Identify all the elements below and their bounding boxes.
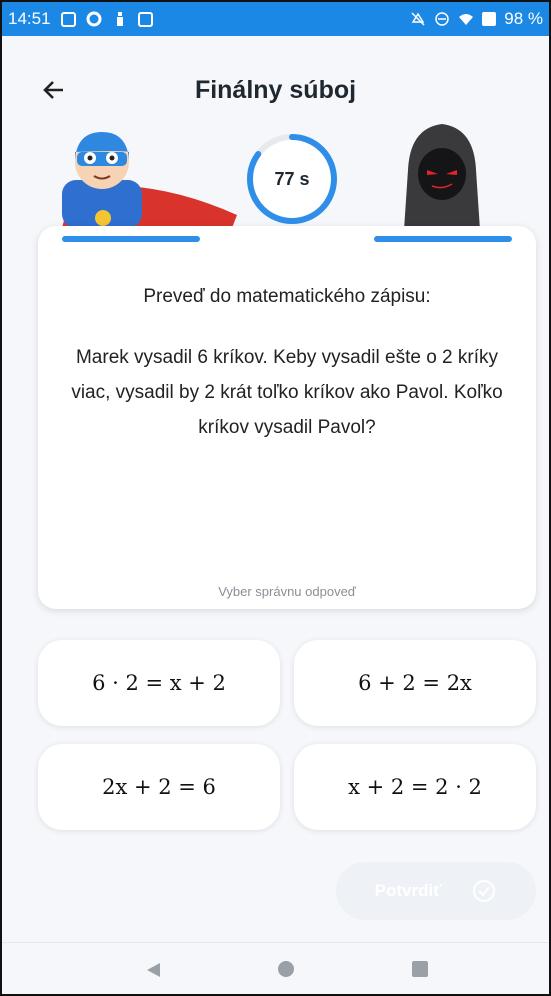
answer-option-3[interactable]: 2x + 2 = 6 xyxy=(38,744,280,830)
confirm-button[interactable]: Potvrdiť xyxy=(336,862,536,920)
superhero-icon xyxy=(62,132,237,228)
sync-icon xyxy=(86,11,102,27)
answer-option-2[interactable]: 6 + 2 = 2x xyxy=(294,640,536,726)
hooded-villain-icon xyxy=(404,124,480,230)
answer-option-1[interactable]: 6 · 2 = x + 2 xyxy=(38,640,280,726)
app-header: Finálny súboj xyxy=(2,62,549,118)
timer-value: 77 s xyxy=(274,168,310,189)
page-title: Finálny súboj xyxy=(194,75,357,104)
question-hint: Vyber správnu odpoveď xyxy=(218,584,356,599)
nav-recents-icon[interactable] xyxy=(412,961,428,977)
question-title: Preveď do matematického zápisu: xyxy=(143,286,431,307)
status-bar: 14:51 98 % xyxy=(2,2,549,36)
countdown-timer: 77 s xyxy=(245,132,339,226)
answer-option-4[interactable]: x + 2 = 2 · 2 xyxy=(294,744,536,830)
dnd-icon xyxy=(435,12,449,26)
nav-home-icon[interactable] xyxy=(278,961,294,977)
sim-icon xyxy=(137,11,153,27)
player-health-bar xyxy=(62,236,200,242)
arrow-left-icon xyxy=(43,81,63,99)
opponent-health-bar xyxy=(374,236,512,242)
system-nav-bar xyxy=(2,942,549,994)
question-card: Preveď do matematického zápisu: Marek vy… xyxy=(38,226,536,609)
image-icon xyxy=(60,11,76,27)
back-button[interactable] xyxy=(38,74,70,106)
check-circle-icon xyxy=(473,880,496,902)
battery-level: 98 % xyxy=(504,9,543,28)
confirm-label: Potvrdiť xyxy=(374,881,442,900)
status-time: 14:51 xyxy=(8,9,51,28)
wifi-icon xyxy=(459,14,474,25)
person-icon xyxy=(116,12,123,26)
question-text: Marek vysadil 6 kríkov. Keby vysadil ešt… xyxy=(71,347,503,438)
nav-back-icon[interactable] xyxy=(144,961,162,979)
mute-icon xyxy=(411,12,425,26)
phone-screen: 14:51 98 % Finálny súboj 77 s Preveď do … xyxy=(0,0,551,996)
battery-icon xyxy=(482,12,497,26)
